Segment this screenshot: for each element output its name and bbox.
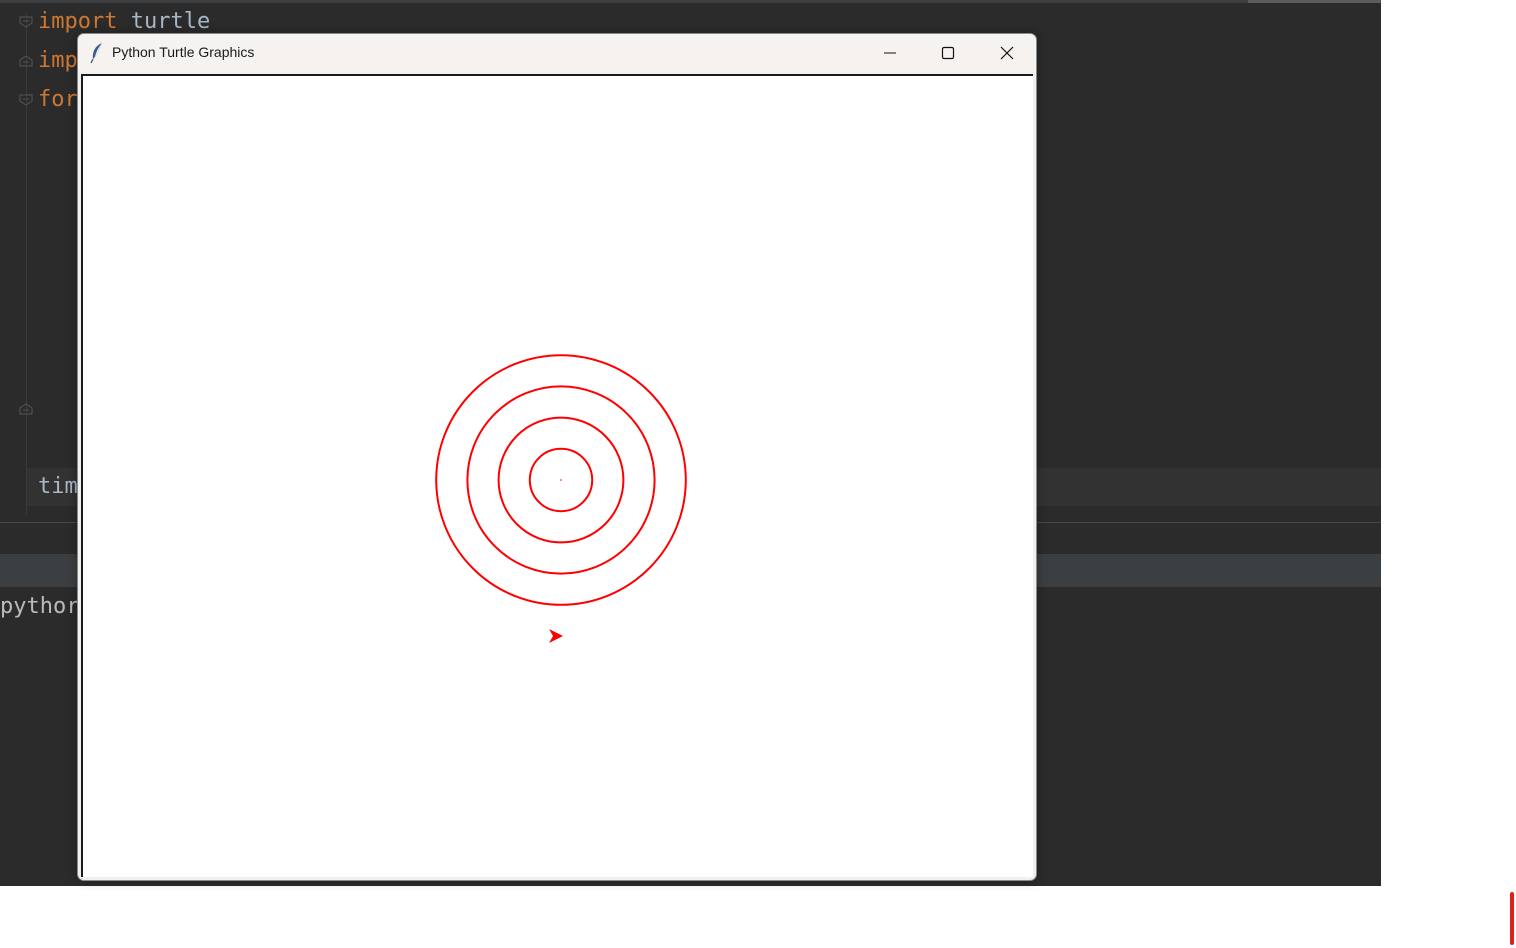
window-title: Python Turtle Graphics	[112, 44, 255, 60]
code-line-1[interactable]: import turtle	[38, 9, 210, 35]
code-line-3[interactable]: for	[38, 87, 78, 113]
close-button[interactable]	[978, 34, 1036, 72]
code-line-current[interactable]: tim	[38, 474, 78, 500]
code-line-2[interactable]: imp	[38, 48, 78, 74]
window-titlebar[interactable]: Python Turtle Graphics	[78, 34, 1036, 72]
fold-marker-icon[interactable]	[19, 403, 33, 415]
turtle-cursor-icon	[549, 629, 563, 643]
keyword-token: for	[38, 87, 78, 112]
editor-tab-strip	[0, 0, 1381, 3]
gutter-fold-guide	[26, 14, 27, 514]
feather-icon	[90, 42, 103, 64]
console-output[interactable]: pythor	[0, 592, 79, 622]
minimize-icon	[884, 52, 896, 54]
close-icon	[1000, 46, 1014, 60]
minimize-button[interactable]	[861, 34, 919, 72]
center-dot	[560, 479, 562, 481]
fold-marker-icon[interactable]	[19, 94, 33, 106]
code-token: turtle	[117, 9, 211, 34]
keyword-token: import	[38, 9, 118, 34]
maximize-icon	[941, 46, 955, 60]
maximize-button[interactable]	[919, 34, 977, 72]
text-cursor-marker	[1510, 892, 1514, 945]
keyword-token: imp	[38, 48, 78, 73]
fold-marker-icon[interactable]	[19, 16, 33, 28]
turtle-graphics-window[interactable]: Python Turtle Graphics	[77, 33, 1037, 881]
fold-marker-icon[interactable]	[19, 55, 33, 67]
turtle-drawing	[435, 354, 687, 643]
scrollbar-thumb[interactable]	[1248, 0, 1381, 3]
turtle-canvas[interactable]	[81, 74, 1033, 877]
